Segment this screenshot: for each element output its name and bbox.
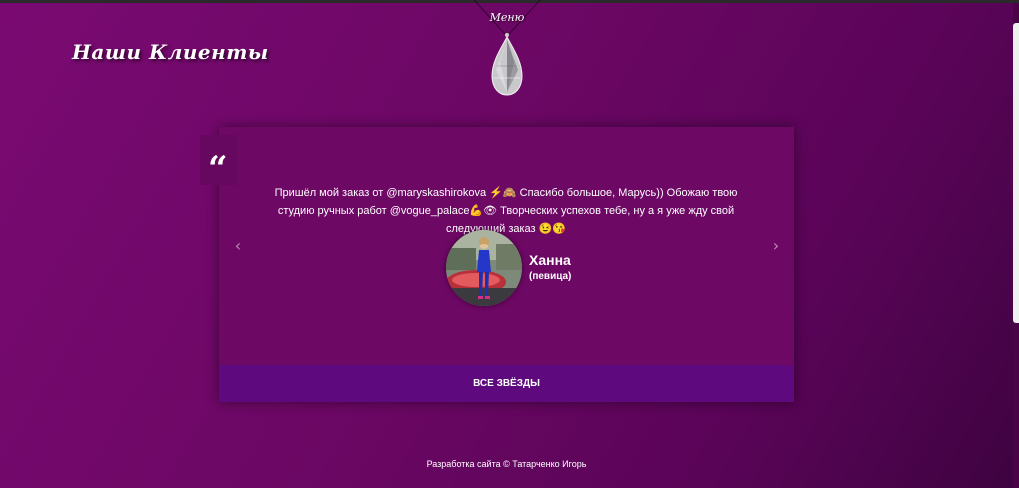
scrollbar-thumb[interactable] [1013,23,1019,323]
prev-arrow-button[interactable]: ‹ [230,236,246,256]
quote-icon: “ [208,149,228,189]
all-stars-button[interactable]: ВСЕ ЗВЁЗДЫ [219,365,794,402]
chevron-right-icon: › [772,236,780,255]
avatar [446,230,522,306]
chevron-left-icon: ‹ [234,236,242,255]
author-name: Ханна [529,252,571,268]
next-arrow-button[interactable]: › [768,236,784,256]
testimonial-text: Пришёл мой заказ от @maryskashirokova ⚡🙈… [274,187,738,235]
footer-credit: Разработка сайта © Татарченко Игорь [426,459,587,469]
menu-button[interactable]: Меню [470,0,544,100]
page-title: Наши Клиенты [72,40,269,64]
scrollbar-track[interactable] [1013,3,1019,488]
author-role: (певица) [529,271,572,282]
menu-label: Меню [489,11,525,24]
